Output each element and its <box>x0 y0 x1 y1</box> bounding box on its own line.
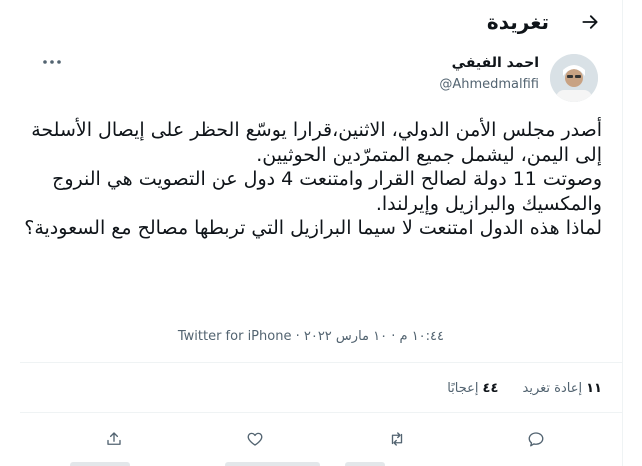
page-title: تغريدة <box>486 10 549 34</box>
tweet-text: أصدر مجلس الأمن الدولي، الاثنين،قرارا يو… <box>24 119 602 239</box>
share-icon <box>107 432 121 445</box>
tweet-timestamp[interactable]: ١٠:٤٤ م · ١٠ مارس ٢٠٢٢ · <box>291 329 444 344</box>
more-options-button[interactable] <box>40 54 64 70</box>
share-button[interactable] <box>103 428 125 450</box>
tweet-detail-panel: تغريدة احمد الفيفي @Ahmedmalfifi أصدر مج… <box>0 0 623 466</box>
author-handle[interactable]: @Ahmedmalfifi <box>439 76 539 94</box>
back-button[interactable] <box>578 10 602 34</box>
tweet-actions <box>0 428 622 450</box>
avatar[interactable] <box>550 54 598 102</box>
retweet-icon <box>391 432 403 446</box>
preview-placeholder <box>70 462 130 466</box>
reply-icon <box>528 432 544 447</box>
retweets-label: إعادة تغريد <box>522 381 583 396</box>
more-horizontal-icon <box>43 60 61 64</box>
tweet-stats: ١١إعادة تغريد ٤٤إعجابًا <box>427 380 602 398</box>
user-avatar-icon <box>550 54 598 102</box>
retweet-button[interactable] <box>386 428 408 450</box>
arrow-right-icon <box>582 15 598 29</box>
retweets-count: ١١ <box>586 381 602 396</box>
next-tweet-preview <box>0 458 622 466</box>
page-header: تغريدة <box>0 0 622 44</box>
divider <box>20 362 622 363</box>
preview-placeholder <box>345 462 385 466</box>
likes-count: ٤٤ <box>482 381 499 396</box>
preview-placeholder <box>225 462 320 466</box>
like-icon <box>247 432 263 446</box>
reply-button[interactable] <box>525 428 547 450</box>
tweet-metadata: ١٠:٤٤ م · ١٠ مارس ٢٠٢٢ · Twitter for iPh… <box>178 328 444 346</box>
author-name[interactable]: احمد الفيفي <box>452 54 539 72</box>
tweet-source[interactable]: Twitter for iPhone <box>178 329 292 344</box>
divider <box>20 412 622 413</box>
likes-stat[interactable]: ٤٤إعجابًا <box>447 380 498 398</box>
likes-label: إعجابًا <box>447 381 479 396</box>
like-button[interactable] <box>244 428 266 450</box>
retweets-stat[interactable]: ١١إعادة تغريد <box>523 380 602 398</box>
